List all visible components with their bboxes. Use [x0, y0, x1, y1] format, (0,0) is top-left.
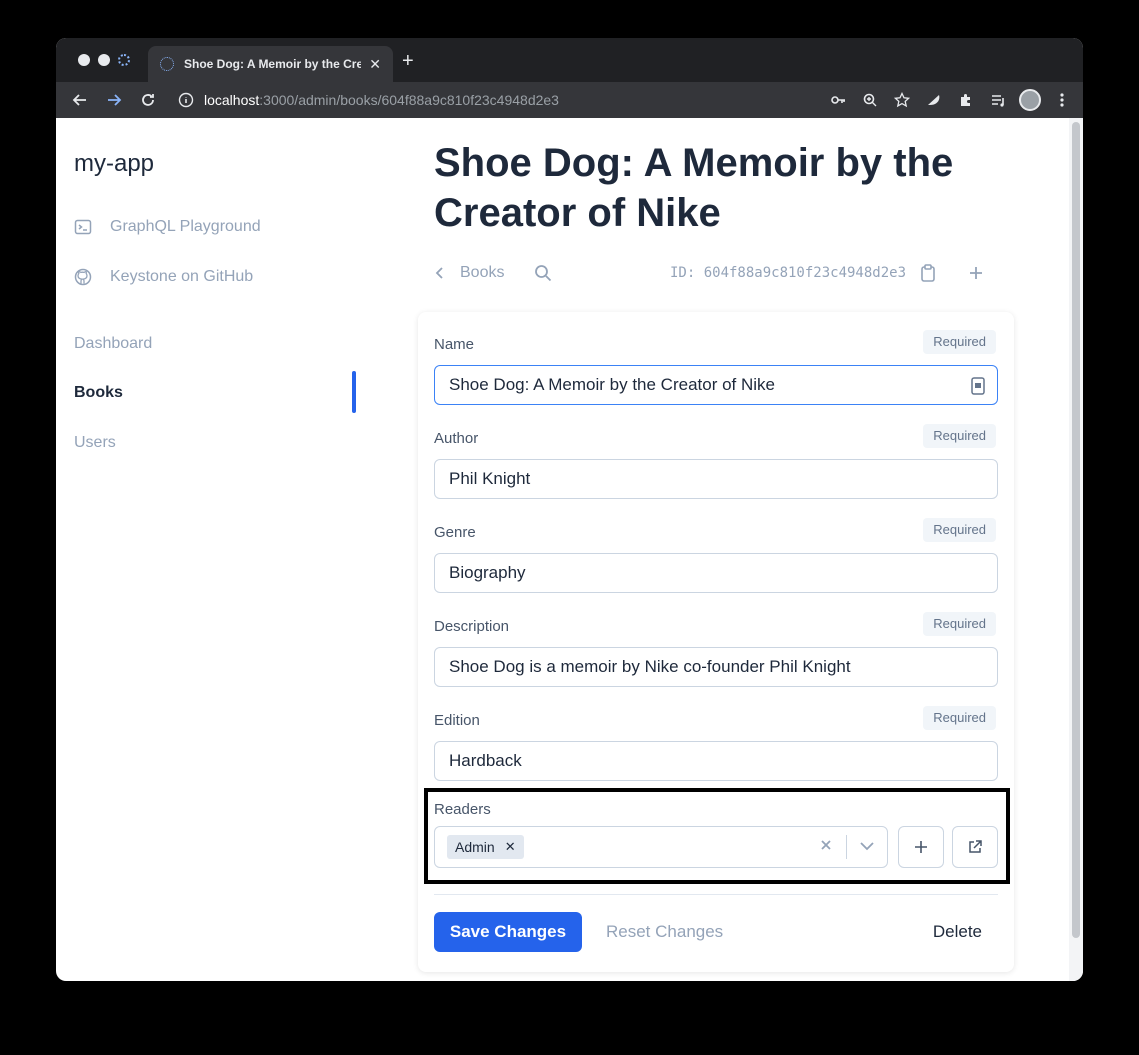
info-icon — [178, 92, 194, 108]
sidebar-item-users[interactable]: Users — [74, 434, 116, 452]
breadcrumb: Books — [434, 264, 552, 282]
plus-icon[interactable] — [968, 265, 984, 281]
author-input-value: Phil Knight — [449, 469, 531, 488]
item-id-area: ID: 604f88a9c810f23c4948d2e3 — [670, 264, 984, 282]
sidebar-link-github[interactable]: Keystone on GitHub — [74, 268, 253, 286]
name-input[interactable]: Shoe Dog: A Memoir by the Creator of Nik… — [434, 365, 998, 405]
window-close-control[interactable] — [78, 54, 90, 66]
reload-icon — [142, 94, 154, 106]
kebab-menu-icon[interactable] — [1051, 89, 1073, 111]
zoom-icon[interactable] — [859, 89, 881, 111]
browser-tab[interactable]: Shoe Dog: A Memoir by the Creator of Nik… — [148, 46, 393, 82]
star-icon[interactable] — [891, 89, 913, 111]
page-title: Shoe Dog: A Memoir by the Creator of Nik… — [434, 141, 954, 235]
arrow-right-icon — [108, 94, 122, 106]
browser-window: Shoe Dog: A Memoir by the Creator of Nik… — [56, 38, 1083, 981]
field-label-edition: Edition — [434, 712, 480, 729]
required-badge: Required — [923, 518, 996, 542]
item-id: ID: 604f88a9c810f23c4948d2e3 — [670, 265, 907, 281]
form-divider — [434, 894, 998, 895]
description-input[interactable]: Shoe Dog is a memoir by Nike co-founder … — [434, 647, 998, 687]
required-badge: Required — [923, 612, 996, 636]
password-manager-icon[interactable] — [971, 377, 985, 395]
address-bar[interactable]: localhost :3000/admin/books/604f88a9c810… — [178, 92, 559, 108]
sidebar-link-graphql-playground[interactable]: GraphQL Playground — [74, 218, 261, 236]
loading-icon — [160, 57, 174, 71]
genre-input[interactable]: Biography — [434, 553, 998, 593]
readers-highlight-frame — [424, 788, 1010, 884]
sidebar-link-label: Keystone on GitHub — [110, 268, 254, 285]
scrollbar-thumb[interactable] — [1072, 122, 1080, 938]
delete-button[interactable]: Delete — [933, 922, 982, 942]
search-icon[interactable] — [534, 264, 552, 282]
url-host: localhost — [204, 92, 260, 108]
app-brand[interactable]: my-app — [74, 150, 154, 178]
sidebar-item-books[interactable]: Books — [74, 384, 123, 402]
description-input-value: Shoe Dog is a memoir by Nike co-founder … — [449, 657, 851, 676]
required-badge: Required — [923, 706, 996, 730]
name-input-value: Shoe Dog: A Memoir by the Creator of Nik… — [449, 375, 775, 394]
reading-list-icon[interactable] — [987, 89, 1009, 111]
tab-strip: Shoe Dog: A Memoir by the Creator of Nik… — [56, 38, 1083, 82]
profile-avatar[interactable] — [1019, 89, 1041, 111]
reload-button[interactable] — [132, 86, 164, 114]
arrow-left-icon — [72, 94, 86, 106]
terminal-icon — [74, 219, 92, 235]
clipboard-icon[interactable] — [920, 264, 936, 282]
author-input[interactable]: Phil Knight — [434, 459, 998, 499]
tab-title: Shoe Dog: A Memoir by the Creator of Nik… — [184, 57, 362, 71]
edition-input[interactable]: Hardback — [434, 741, 998, 781]
field-label-description: Description — [434, 618, 510, 635]
save-changes-button[interactable]: Save Changes — [434, 912, 582, 952]
genre-input-value: Biography — [449, 563, 526, 582]
field-label-genre: Genre — [434, 524, 476, 541]
url-path: :3000/admin/books/604f88a9c810f23c4948d2… — [259, 92, 559, 108]
sidebar-active-indicator — [352, 371, 356, 413]
key-icon[interactable] — [827, 89, 849, 111]
forward-button[interactable] — [98, 86, 130, 114]
breadcrumb-books-link[interactable]: Books — [460, 264, 504, 282]
field-label-name: Name — [434, 336, 475, 353]
new-tab-button[interactable]: + — [402, 50, 414, 73]
required-badge: Required — [923, 330, 996, 354]
chevron-left-icon[interactable] — [434, 266, 446, 280]
puzzle-icon[interactable] — [955, 89, 977, 111]
required-badge: Required — [923, 424, 996, 448]
sidebar-link-label: GraphQL Playground — [110, 218, 261, 235]
extension-bird-icon[interactable] — [923, 89, 945, 111]
window-zoom-control[interactable] — [118, 54, 130, 66]
field-label-author: Author — [434, 430, 479, 447]
toolbar-actions — [827, 82, 1073, 118]
github-icon — [74, 268, 92, 286]
sidebar-item-dashboard[interactable]: Dashboard — [74, 335, 152, 353]
tab-close-icon[interactable]: ✕ — [369, 56, 381, 73]
back-button[interactable] — [64, 86, 96, 114]
window-minimize-control[interactable] — [98, 54, 110, 66]
reset-changes-button[interactable]: Reset Changes — [606, 922, 723, 942]
browser-toolbar: localhost :3000/admin/books/604f88a9c810… — [56, 82, 1083, 118]
edition-input-value: Hardback — [449, 751, 522, 770]
